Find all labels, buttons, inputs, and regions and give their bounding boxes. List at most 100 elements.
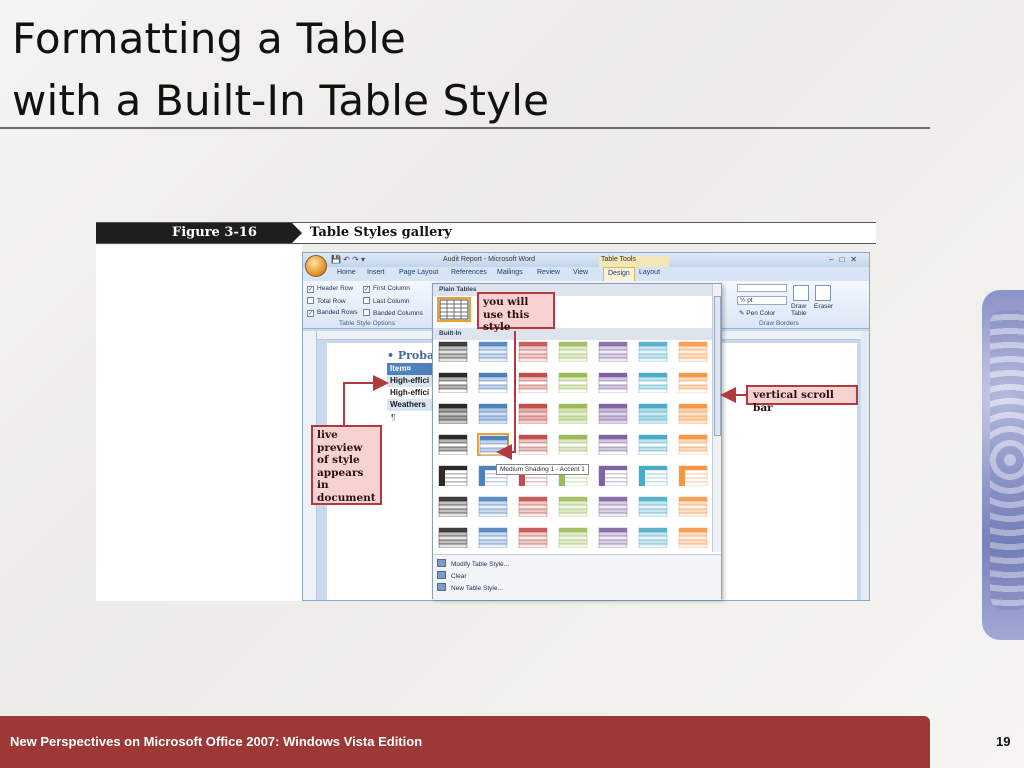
tab-design[interactable]: Design: [603, 267, 635, 281]
checkbox-empty-icon[interactable]: [363, 297, 370, 304]
tab-mailings[interactable]: Mailings: [497, 269, 523, 276]
table-style-swatch[interactable]: [637, 371, 669, 394]
table-style-swatch[interactable]: [437, 495, 469, 518]
table-style-swatch[interactable]: [597, 433, 629, 456]
swatch-band: [638, 376, 668, 382]
table-style-swatch[interactable]: [677, 464, 709, 487]
eraser-icon[interactable]: [815, 285, 831, 301]
tab-view[interactable]: View: [573, 269, 588, 276]
modify-table-style-item[interactable]: Modify Table Style...: [437, 559, 509, 568]
checkbox-empty-icon[interactable]: [363, 309, 370, 316]
table-style-swatch[interactable]: [517, 340, 549, 363]
table-row: High-effici: [387, 375, 437, 387]
table-style-swatch[interactable]: [597, 464, 629, 487]
swatch-band: [518, 527, 548, 533]
table-style-swatch[interactable]: [637, 464, 669, 487]
swatch-band: [478, 388, 508, 394]
table-style-swatch[interactable]: [477, 495, 509, 518]
table-style-swatch[interactable]: [437, 402, 469, 425]
option-first-column[interactable]: ✓ First Column: [363, 285, 410, 293]
table-style-swatch[interactable]: [597, 526, 629, 549]
table-style-swatch[interactable]: [477, 340, 509, 363]
table-style-swatch[interactable]: [597, 371, 629, 394]
new-table-style-item[interactable]: New Table Style...: [437, 583, 503, 592]
table-style-swatch[interactable]: [597, 402, 629, 425]
pen-weight-dropdown[interactable]: ½ pt: [737, 296, 787, 305]
pen-style-dropdown[interactable]: [737, 284, 787, 292]
option-label: Header Row: [317, 285, 354, 292]
swatch-band: [558, 527, 588, 533]
table-style-swatch[interactable]: [517, 402, 549, 425]
table-style-swatch[interactable]: [517, 495, 549, 518]
table-style-swatch[interactable]: [677, 402, 709, 425]
gallery-scroll-bar[interactable]: [712, 284, 721, 552]
table-style-swatch[interactable]: [477, 433, 509, 457]
option-banded-columns[interactable]: Banded Columns: [363, 309, 423, 317]
table-style-swatch[interactable]: [517, 371, 549, 394]
pen-color-button[interactable]: ✎ Pen Color: [737, 309, 775, 317]
table-style-swatch[interactable]: [557, 371, 589, 394]
swatch-band: [479, 435, 509, 441]
checkbox-empty-icon[interactable]: [307, 297, 314, 304]
table-style-swatch[interactable]: [477, 526, 509, 549]
document-table[interactable]: Item¤ High-effici High-effici Weathers: [387, 363, 437, 411]
scroll-thumb[interactable]: [714, 296, 721, 436]
table-style-swatch[interactable]: [557, 526, 589, 549]
swatch-band: [438, 357, 468, 363]
table-style-swatch[interactable]: [437, 464, 469, 487]
table-style-swatch[interactable]: [437, 371, 469, 394]
tab-layout[interactable]: Layout: [639, 269, 660, 276]
table-style-swatch[interactable]: [677, 526, 709, 549]
document-scroll-bar[interactable]: [861, 331, 869, 600]
table-style-swatch[interactable]: [557, 340, 589, 363]
tab-review[interactable]: Review: [537, 269, 560, 276]
swatch-band: [518, 508, 548, 514]
window-controls[interactable]: –□✕: [829, 255, 863, 264]
tab-home[interactable]: Home: [337, 269, 356, 276]
tab-references[interactable]: References: [451, 269, 487, 276]
checkbox-checked-icon[interactable]: ✓: [363, 286, 370, 293]
swatch-band: [438, 508, 468, 514]
checkbox-checked-icon[interactable]: ✓: [307, 286, 314, 293]
table-style-swatch[interactable]: [637, 526, 669, 549]
table-style-swatch[interactable]: [437, 526, 469, 549]
table-style-swatch[interactable]: [557, 495, 589, 518]
table-style-swatch[interactable]: [677, 495, 709, 518]
table-style-swatch[interactable]: [517, 526, 549, 549]
table-style-swatch[interactable]: [437, 433, 469, 456]
table-style-swatch[interactable]: [557, 402, 589, 425]
table-style-swatch[interactable]: [677, 340, 709, 363]
table-style-swatch[interactable]: [637, 495, 669, 518]
table-style-swatch[interactable]: [637, 340, 669, 363]
table-style-swatch[interactable]: [637, 402, 669, 425]
checkbox-checked-icon[interactable]: ✓: [307, 310, 314, 317]
swatch-band: [638, 535, 668, 541]
table-style-swatch[interactable]: [477, 402, 509, 425]
table-style-swatch[interactable]: [477, 371, 509, 394]
option-total-row[interactable]: Total Row: [307, 297, 346, 305]
swatch-band: [558, 442, 588, 448]
table-style-swatch[interactable]: [557, 433, 589, 456]
table-style-swatch[interactable]: [597, 340, 629, 363]
option-banded-rows[interactable]: ✓ Banded Rows: [307, 309, 357, 317]
office-button[interactable]: [305, 255, 327, 277]
plain-table-style-swatch[interactable]: [437, 297, 471, 322]
table-style-swatch[interactable]: [517, 433, 549, 456]
table-style-swatch[interactable]: [597, 495, 629, 518]
option-header-row[interactable]: ✓ Header Row: [307, 285, 353, 293]
option-last-column[interactable]: Last Column: [363, 297, 410, 305]
table-style-swatch[interactable]: [677, 371, 709, 394]
table-style-swatch[interactable]: [437, 340, 469, 363]
quick-access-toolbar[interactable]: 💾 ↶ ↷ ▾: [331, 255, 365, 264]
swatch-band: [678, 388, 708, 394]
tab-insert[interactable]: Insert: [367, 269, 385, 276]
table-style-icon: [518, 341, 548, 363]
swatch-band: [518, 535, 548, 541]
tab-page-layout[interactable]: Page Layout: [399, 269, 438, 276]
draw-table-icon[interactable]: [793, 285, 809, 301]
swatch-band: [678, 349, 708, 355]
figure-margin: [96, 245, 302, 601]
clear-item[interactable]: Clear: [437, 571, 467, 580]
table-style-swatch[interactable]: [637, 433, 669, 456]
table-style-swatch[interactable]: [677, 433, 709, 456]
